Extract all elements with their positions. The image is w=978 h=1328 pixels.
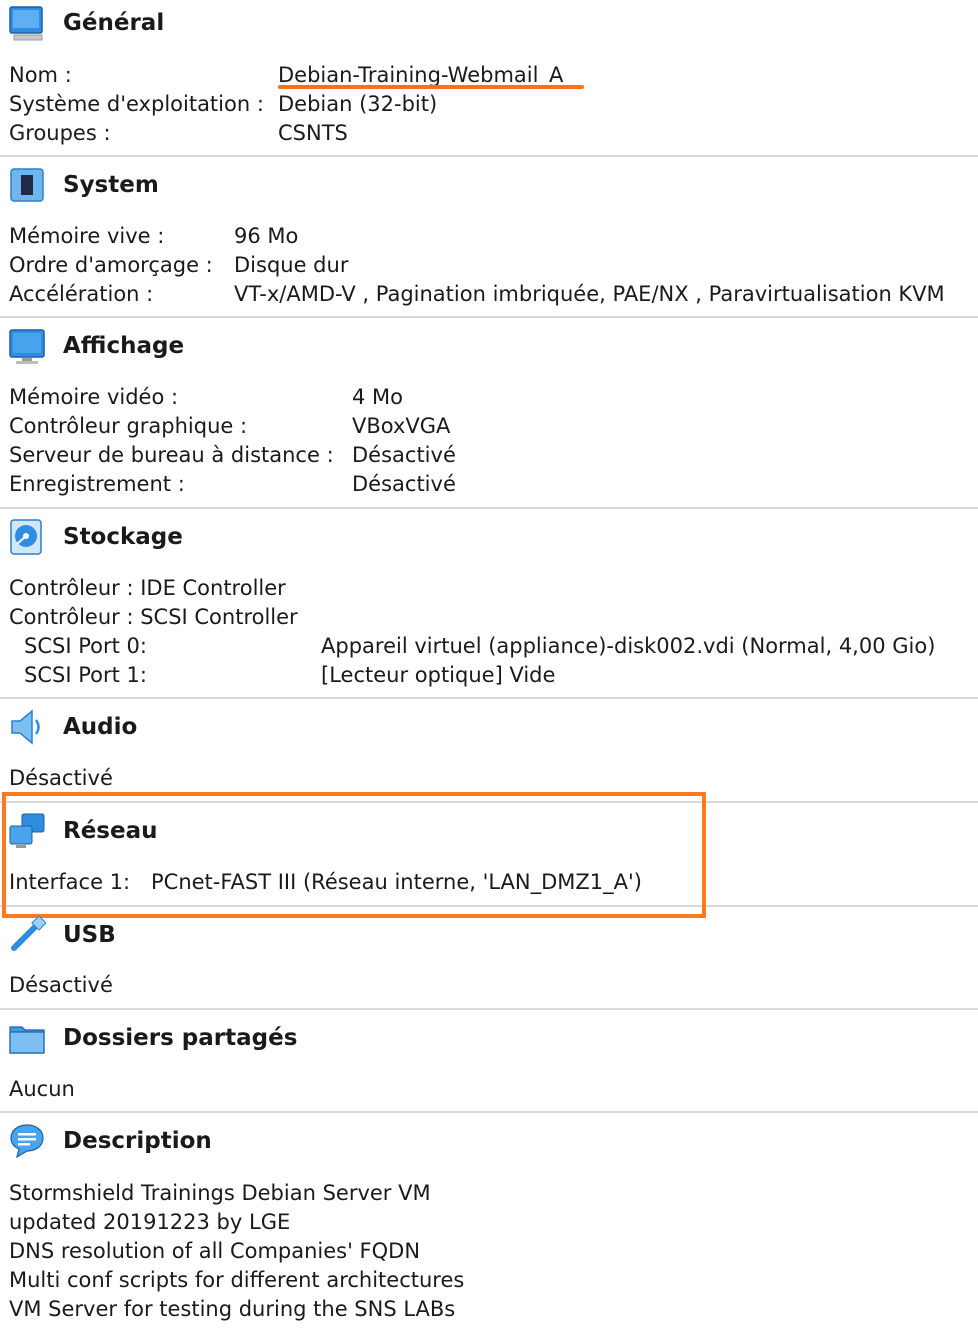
general-os-label: Système d'exploitation : bbox=[9, 92, 264, 116]
usb-value: Désactivé bbox=[9, 973, 113, 997]
general-title: Général bbox=[63, 10, 165, 36]
separator bbox=[0, 1008, 978, 1010]
general-header: Général bbox=[8, 4, 164, 42]
storage-header: Stockage bbox=[8, 518, 183, 556]
separator bbox=[0, 1111, 978, 1113]
system-ram-value: 96 Mo bbox=[234, 224, 299, 248]
system-title: System bbox=[63, 172, 159, 198]
description-header: Description bbox=[8, 1122, 212, 1160]
folder-icon bbox=[8, 1019, 46, 1057]
display-vram-label: Mémoire vidéo : bbox=[9, 385, 179, 409]
separator bbox=[0, 507, 978, 509]
disk-icon bbox=[8, 518, 46, 556]
description-line: Multi conf scripts for different archite… bbox=[9, 1268, 465, 1292]
chip-icon bbox=[8, 166, 46, 204]
usb-title: USB bbox=[63, 922, 116, 948]
audio-header: Audio bbox=[8, 708, 137, 746]
separator bbox=[0, 316, 978, 318]
usb-header: USB bbox=[8, 916, 116, 954]
storage-port1-value: [Lecteur optique] Vide bbox=[321, 663, 556, 687]
audio-title: Audio bbox=[63, 714, 138, 740]
monitor-icon bbox=[8, 4, 46, 42]
general-groups-label: Groupes : bbox=[9, 121, 111, 145]
storage-port1-label: SCSI Port 1: bbox=[24, 663, 147, 687]
system-boot-label: Ordre d'amorçage : bbox=[9, 253, 213, 277]
system-ram-label: Mémoire vive : bbox=[9, 224, 165, 248]
display-vram-value: 4 Mo bbox=[352, 385, 404, 409]
name-underline-annotation bbox=[278, 85, 584, 89]
shared-folders-header: Dossiers partagés bbox=[8, 1019, 297, 1057]
speech-bubble-icon bbox=[8, 1122, 46, 1160]
shared-folders-value: Aucun bbox=[9, 1077, 75, 1101]
description-line: DNS resolution of all Companies' FQDN bbox=[9, 1239, 421, 1263]
system-accel-value: VT-x/AMD-V , Pagination imbriquée, PAE/N… bbox=[234, 282, 945, 306]
storage-port0-label: SCSI Port 0: bbox=[24, 634, 147, 658]
display-controller-value: VBoxVGA bbox=[352, 414, 451, 438]
display-controller-label: Contrôleur graphique : bbox=[9, 414, 248, 438]
general-os-value: Debian (32-bit) bbox=[278, 92, 438, 116]
network-highlight-annotation bbox=[2, 792, 706, 918]
system-boot-value: Disque dur bbox=[234, 253, 349, 277]
speaker-icon bbox=[8, 708, 46, 746]
storage-title: Stockage bbox=[63, 524, 183, 550]
description-title: Description bbox=[63, 1128, 212, 1154]
separator bbox=[0, 155, 978, 157]
system-accel-label: Accélération : bbox=[9, 282, 154, 306]
display-recording-value: Désactivé bbox=[352, 472, 456, 496]
general-groups-value: CSNTS bbox=[278, 121, 348, 145]
display-rdp-value: Désactivé bbox=[352, 443, 456, 467]
description-line: updated 20191223 by LGE bbox=[9, 1210, 291, 1234]
description-line: Stormshield Trainings Debian Server VM bbox=[9, 1181, 431, 1205]
display-header: Affichage bbox=[8, 327, 184, 365]
storage-controller-ide: Contrôleur : IDE Controller bbox=[9, 576, 286, 600]
shared-folders-title: Dossiers partagés bbox=[63, 1025, 298, 1051]
audio-value: Désactivé bbox=[9, 766, 113, 790]
storage-port0-value: Appareil virtuel (appliance)-disk002.vdi… bbox=[321, 634, 936, 658]
separator bbox=[0, 697, 978, 699]
display-title: Affichage bbox=[63, 333, 185, 359]
description-line: VM Server for testing during the SNS LAB… bbox=[9, 1297, 456, 1321]
system-header: System bbox=[8, 166, 159, 204]
display-rdp-label: Serveur de bureau à distance : bbox=[9, 443, 334, 467]
display-icon bbox=[8, 327, 46, 365]
general-name-label: Nom : bbox=[9, 63, 72, 87]
usb-icon bbox=[8, 916, 46, 954]
display-recording-label: Enregistrement : bbox=[9, 472, 185, 496]
storage-controller-scsi: Contrôleur : SCSI Controller bbox=[9, 605, 298, 629]
